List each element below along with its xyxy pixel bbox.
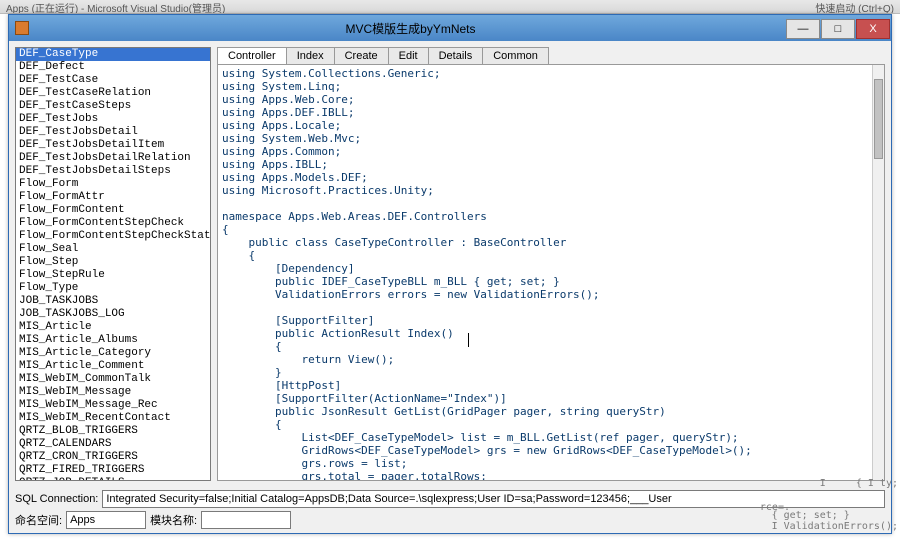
list-item[interactable]: Flow_FormContentStepCheckState <box>16 230 210 243</box>
list-item[interactable]: QRTZ_FIRED_TRIGGERS <box>16 464 210 477</box>
list-item[interactable]: JOB_TASKJOBS_LOG <box>16 308 210 321</box>
list-item[interactable]: MIS_WebIM_Message <box>16 386 210 399</box>
tab-controller[interactable]: Controller <box>217 47 287 64</box>
code-content: using System.Collections.Generic; using … <box>218 65 884 481</box>
module-name-label: 模块名称: <box>150 512 197 528</box>
list-item[interactable]: Flow_Seal <box>16 243 210 256</box>
code-editor[interactable]: using System.Collections.Generic; using … <box>217 64 885 481</box>
list-item[interactable]: MIS_Article_Comment <box>16 360 210 373</box>
list-item[interactable]: DEF_Defect <box>16 61 210 74</box>
list-item[interactable]: DEF_TestJobs <box>16 113 210 126</box>
list-item[interactable]: QRTZ_CRON_TRIGGERS <box>16 451 210 464</box>
scrollbar-thumb[interactable] <box>874 79 883 159</box>
tool-window: MVC模版生成byYmNets — □ X DEF_CaseTypeDEF_De… <box>8 14 892 534</box>
sql-connection-input[interactable] <box>102 490 885 508</box>
list-item[interactable]: DEF_TestJobsDetail <box>16 126 210 139</box>
vs-quicklaunch: 快速启动 (Ctrl+Q) <box>815 0 894 14</box>
list-item[interactable]: QRTZ_BLOB_TRIGGERS <box>16 425 210 438</box>
list-item[interactable]: MIS_WebIM_RecentContact <box>16 412 210 425</box>
list-item[interactable]: Flow_Step <box>16 256 210 269</box>
list-item[interactable]: Flow_Form <box>16 178 210 191</box>
list-item[interactable]: Flow_FormContent <box>16 204 210 217</box>
close-button[interactable]: X <box>856 19 890 39</box>
list-item[interactable]: MIS_Article_Albums <box>16 334 210 347</box>
minimize-button[interactable]: — <box>786 19 820 39</box>
list-item[interactable]: DEF_TestJobsDetailSteps <box>16 165 210 178</box>
list-item[interactable]: Flow_FormAttr <box>16 191 210 204</box>
app-icon <box>15 21 29 35</box>
list-item[interactable]: Flow_FormContentStepCheck <box>16 217 210 230</box>
text-caret <box>468 333 469 347</box>
maximize-button[interactable]: □ <box>821 19 855 39</box>
list-item[interactable]: MIS_Article_Category <box>16 347 210 360</box>
tab-edit[interactable]: Edit <box>388 47 429 64</box>
sql-connection-label: SQL Connection: <box>15 493 98 505</box>
list-item[interactable]: DEF_CaseType <box>16 48 210 61</box>
vs-title: Apps (正在运行) - Microsoft Visual Studio(管理… <box>6 4 225 14</box>
list-item[interactable]: DEF_TestCaseRelation <box>16 87 210 100</box>
list-item[interactable]: DEF_TestCaseSteps <box>16 100 210 113</box>
list-item[interactable]: Flow_StepRule <box>16 269 210 282</box>
footer-panel: SQL Connection: 命名空间: 模块名称: <box>15 487 885 529</box>
tab-create[interactable]: Create <box>334 47 389 64</box>
tab-common[interactable]: Common <box>482 47 549 64</box>
list-item[interactable]: QRTZ_JOB_DETAILS <box>16 477 210 481</box>
tab-index[interactable]: Index <box>286 47 335 64</box>
namespace-label: 命名空间: <box>15 512 62 528</box>
list-item[interactable]: MIS_Article <box>16 321 210 334</box>
namespace-input[interactable] <box>66 511 146 529</box>
list-item[interactable]: Flow_Type <box>16 282 210 295</box>
window-titlebar[interactable]: MVC模版生成byYmNets — □ X <box>9 15 891 41</box>
table-listbox[interactable]: DEF_CaseTypeDEF_DefectDEF_TestCaseDEF_Te… <box>15 47 211 481</box>
code-scrollbar[interactable] <box>872 65 884 480</box>
list-item[interactable]: QRTZ_CALENDARS <box>16 438 210 451</box>
list-item[interactable]: MIS_WebIM_CommonTalk <box>16 373 210 386</box>
list-item[interactable]: JOB_TASKJOBS <box>16 295 210 308</box>
list-item[interactable]: MIS_WebIM_Message_Rec <box>16 399 210 412</box>
tab-details[interactable]: Details <box>428 47 484 64</box>
list-item[interactable]: DEF_TestJobsDetailItem <box>16 139 210 152</box>
module-name-input[interactable] <box>201 511 291 529</box>
tab-strip: ControllerIndexCreateEditDetailsCommon <box>217 47 885 64</box>
list-item[interactable]: DEF_TestCase <box>16 74 210 87</box>
window-title: MVC模版生成byYmNets <box>35 20 786 37</box>
list-item[interactable]: DEF_TestJobsDetailRelation <box>16 152 210 165</box>
